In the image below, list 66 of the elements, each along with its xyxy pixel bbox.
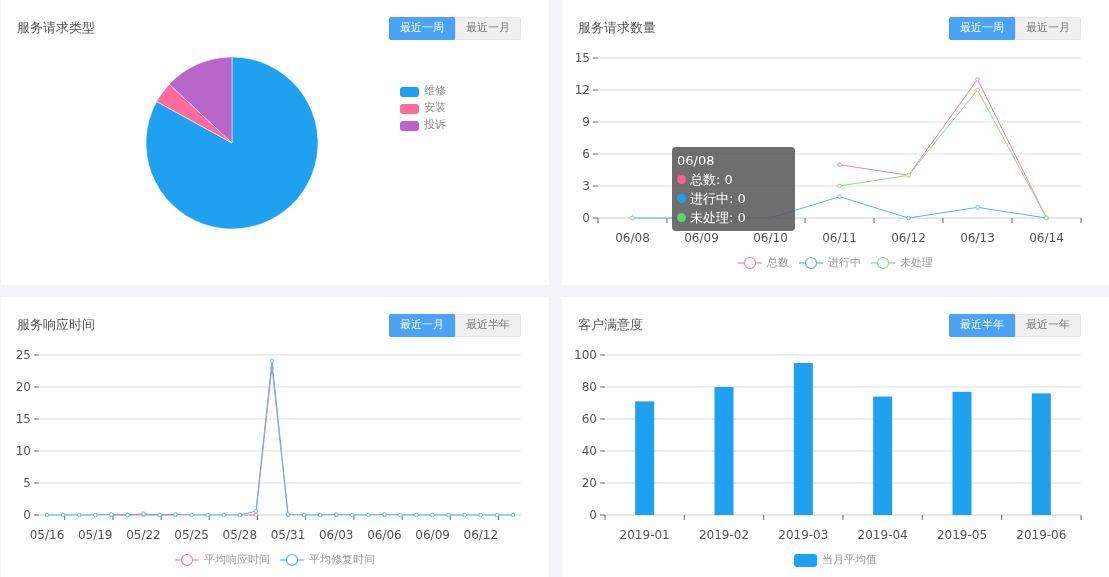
card-title: 服务请求类型 <box>17 19 95 38</box>
axis-label: 10 <box>15 444 31 458</box>
axis-label: 15 <box>15 412 31 426</box>
axis-label: 05/25 <box>174 528 209 542</box>
axis-label: 05/22 <box>126 528 161 542</box>
range-tab[interactable]: 最近半年 <box>455 313 521 337</box>
axis-label: 100 <box>574 348 597 362</box>
axis-label: 2019-06 <box>1016 528 1067 542</box>
range-tab[interactable]: 最近一周 <box>949 16 1015 40</box>
card-title: 服务请求数量 <box>578 19 656 38</box>
legend-label[interactable]: 投诉 <box>424 117 446 134</box>
axis-label: 60 <box>581 412 597 426</box>
axis-label: 06/10 <box>753 231 788 245</box>
axis-label: 12 <box>574 83 590 97</box>
legend-label[interactable]: 平均修复时间 <box>309 552 375 569</box>
axis-label: 0 <box>582 211 590 225</box>
range-tab[interactable]: 最近半年 <box>949 313 1015 337</box>
axis-label: 2019-03 <box>778 528 829 542</box>
axis-label: 9 <box>582 115 590 129</box>
tooltip-title: 06/08 <box>677 152 716 170</box>
axis-label: 06/11 <box>822 231 857 245</box>
axis-label: 80 <box>581 380 597 394</box>
axis-label: 0 <box>589 508 597 522</box>
axis-label: 05/28 <box>222 528 258 542</box>
axis-label: 3 <box>582 179 590 193</box>
axis-label: 05/31 <box>270 528 306 542</box>
axis-label: 06/06 <box>367 528 402 542</box>
legend-label[interactable]: 维修 <box>424 83 446 100</box>
axis-label: 2019-05 <box>936 528 988 542</box>
axis-label: 06/08 <box>615 231 650 245</box>
axis-label: 06/12 <box>891 231 926 245</box>
axis-label: 06/13 <box>960 231 995 245</box>
axis-label: 06/09 <box>684 231 719 245</box>
axis-label: 20 <box>581 476 597 490</box>
axis-label: 05/16 <box>29 528 65 542</box>
card-title: 客户满意度 <box>578 316 643 335</box>
axis-label: 2019-02 <box>698 528 750 542</box>
legend-label[interactable]: 未处理 <box>900 255 933 272</box>
legend-label[interactable]: 总数 <box>767 255 789 272</box>
axis-label: 05/19 <box>77 528 113 542</box>
tooltip-value: 总数: 0 <box>690 171 733 189</box>
tooltip-value: 进行中: 0 <box>690 190 746 208</box>
legend-label[interactable]: 当月平均值 <box>822 552 877 569</box>
axis-label: 0 <box>23 508 31 522</box>
axis-label: 2019-01 <box>619 528 670 542</box>
axis-label: 5 <box>23 476 31 490</box>
range-tab[interactable]: 最近一周 <box>389 16 455 40</box>
legend-label[interactable]: 安装 <box>424 100 446 117</box>
axis-label: 06/12 <box>463 528 499 542</box>
axis-label: 06/09 <box>415 528 450 542</box>
range-tab[interactable]: 最近一年 <box>1015 313 1081 337</box>
card-title: 服务响应时间 <box>17 316 95 335</box>
axis-label: 2019-04 <box>857 528 908 542</box>
axis-label: 15 <box>574 51 590 65</box>
axis-label: 25 <box>15 348 31 362</box>
axis-label: 40 <box>581 444 597 458</box>
axis-label: 20 <box>15 380 31 394</box>
legend-label[interactable]: 平均响应时间 <box>204 552 270 569</box>
range-tab[interactable]: 最近一月 <box>1015 16 1081 40</box>
axis-label: 06/03 <box>318 528 354 542</box>
axis-label: 06/14 <box>1029 231 1064 245</box>
range-tab[interactable]: 最近一月 <box>455 16 521 40</box>
axis-label: 6 <box>582 147 590 161</box>
range-tab[interactable]: 最近一月 <box>389 313 455 337</box>
tooltip-value: 未处理: 0 <box>690 209 746 227</box>
legend-label[interactable]: 进行中 <box>828 255 861 272</box>
